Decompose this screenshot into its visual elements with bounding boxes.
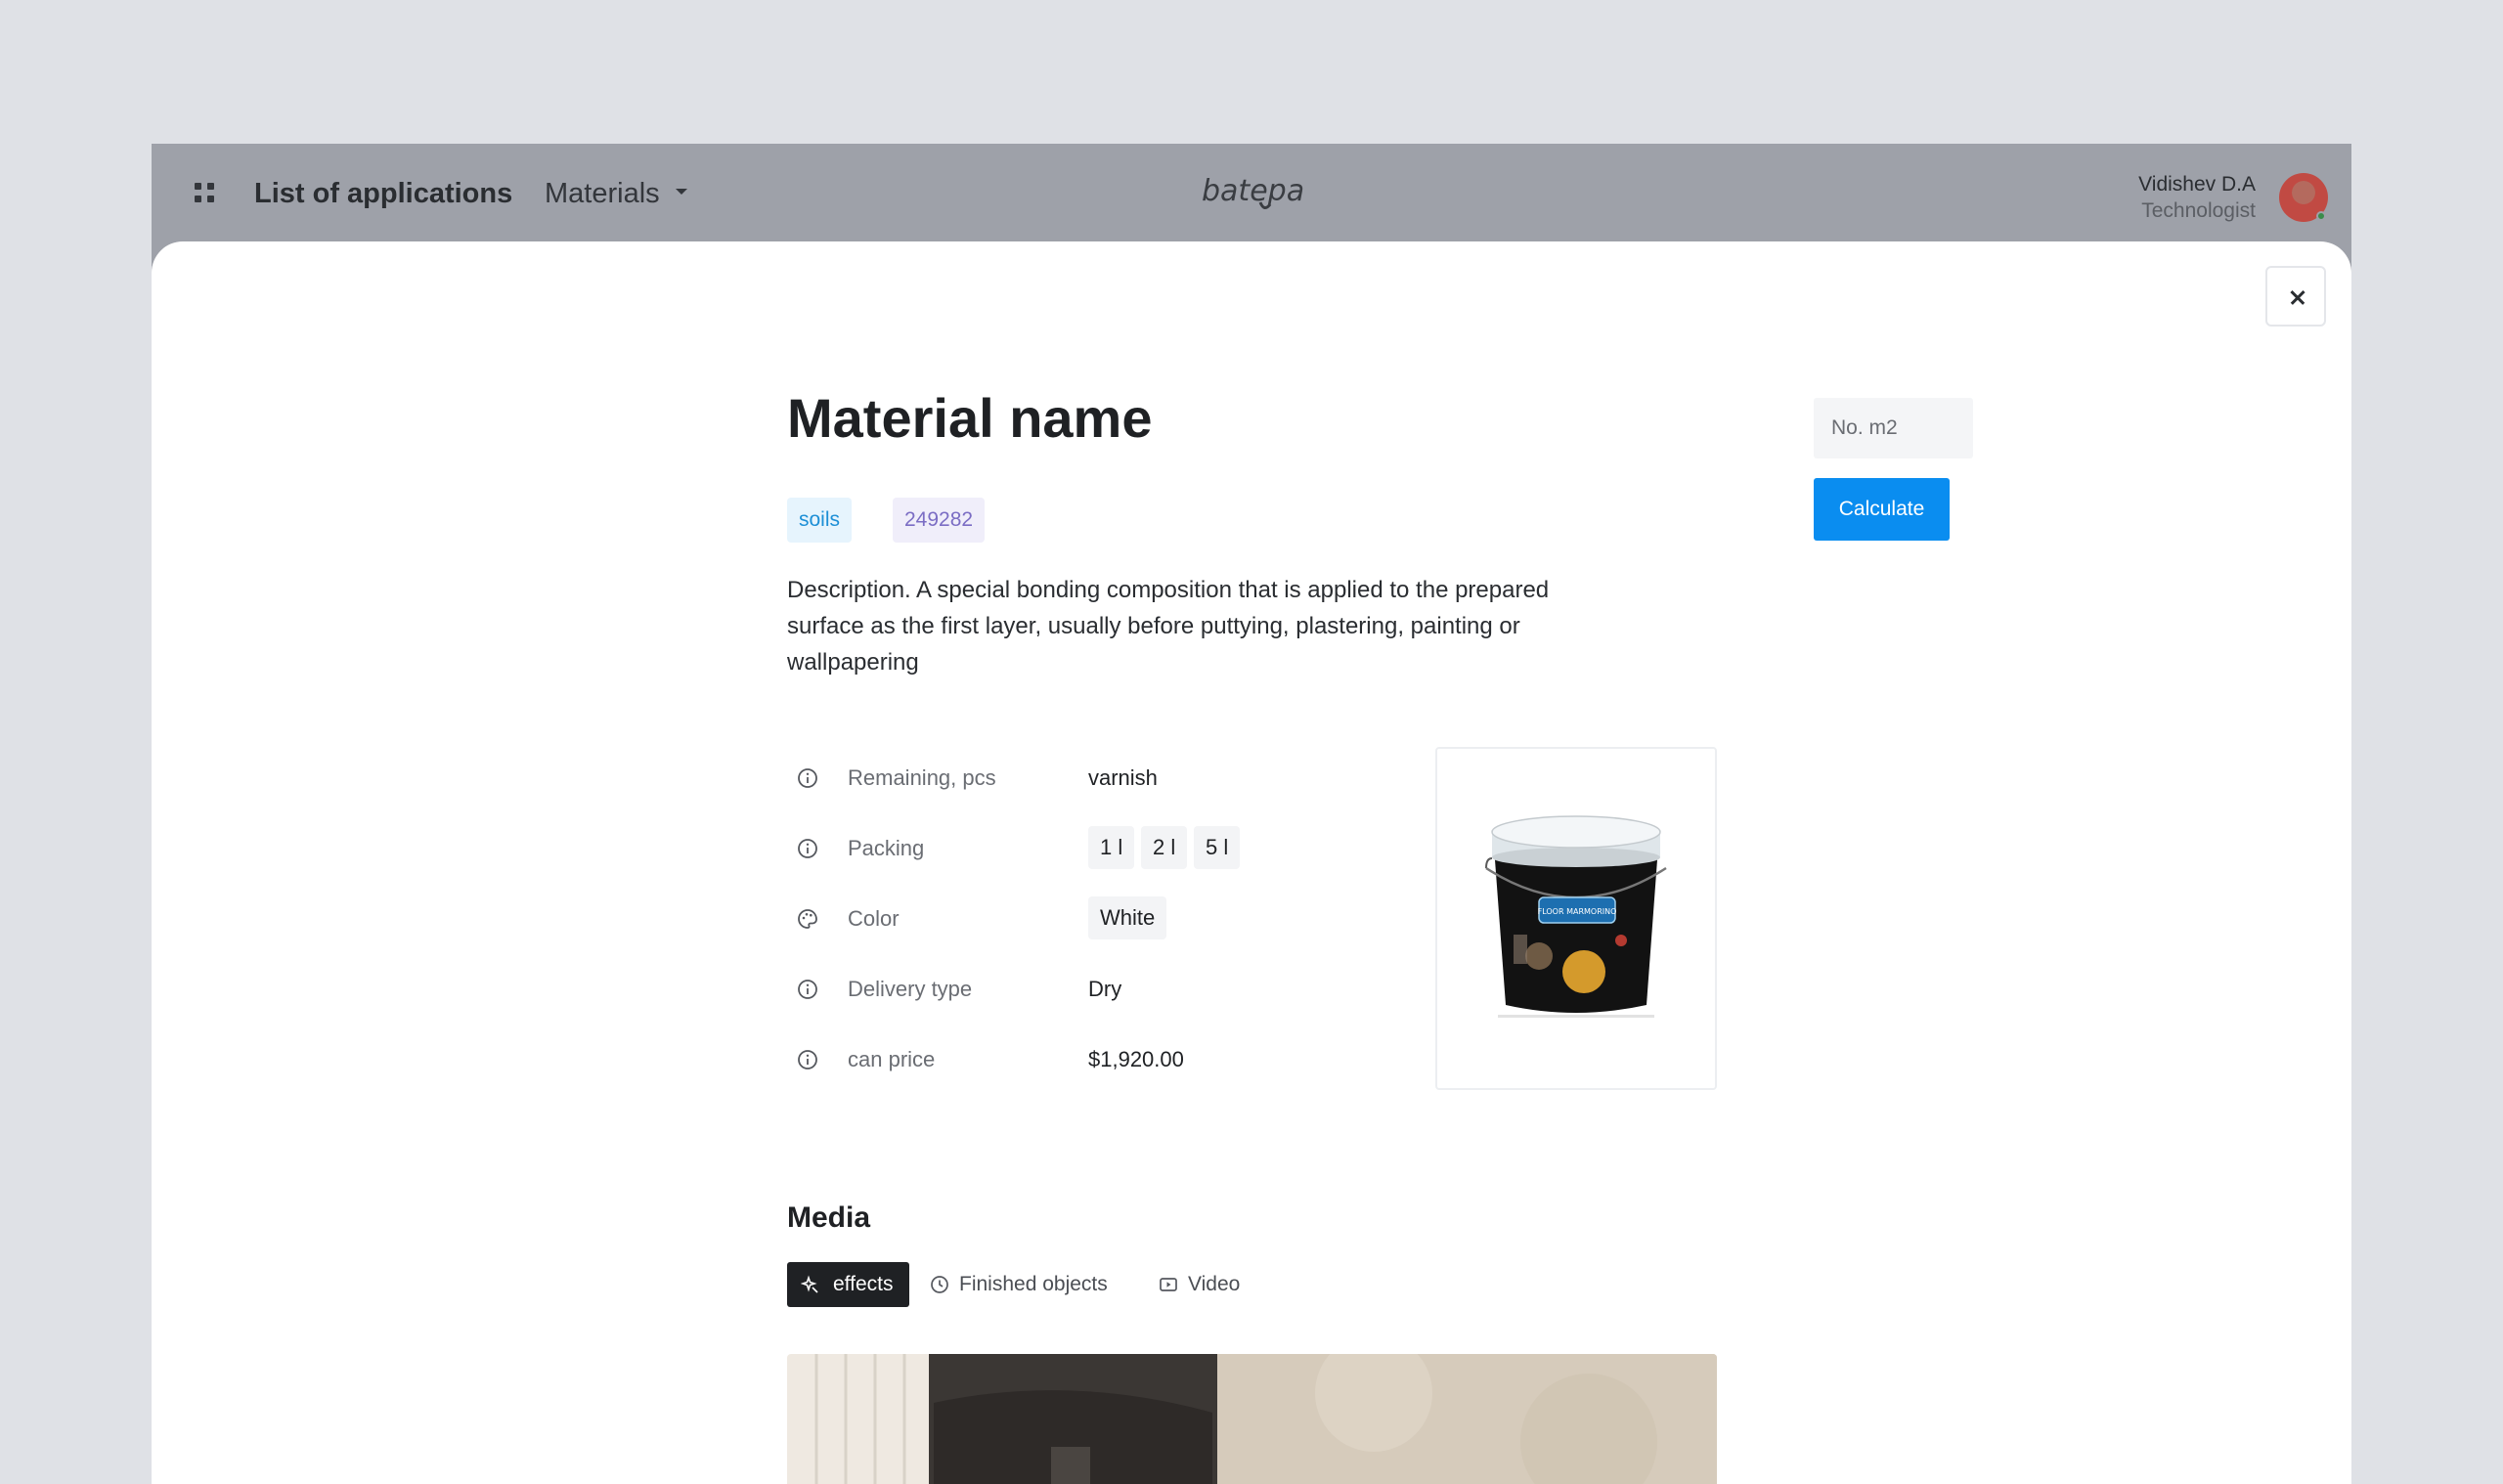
materials-dropdown-label: Materials — [545, 178, 660, 209]
media-heading: Media — [787, 1201, 871, 1234]
media-preview-photo — [814, 1354, 1717, 1484]
property-label: can price — [848, 1047, 936, 1071]
calculate-button[interactable]: Calculate — [1814, 478, 1950, 541]
material-title: Material name — [787, 387, 1153, 449]
tab-video-label: Video — [1188, 1273, 1241, 1295]
user-name: Vidishev D.A — [2138, 173, 2256, 196]
property-label: Packing — [848, 836, 925, 860]
brand-logo-text: batepa — [1202, 175, 1304, 208]
code-tag: 249282 — [893, 498, 986, 543]
tab-finished-objects[interactable]: Finished objects — [926, 1262, 1108, 1307]
clock-icon — [931, 1276, 948, 1293]
property-label: Delivery type — [848, 977, 973, 1001]
property-value: $1,920.00 — [1088, 1047, 1184, 1071]
property-packing: Packing 1 l 2 l 5 l — [787, 824, 1423, 873]
packing-option-2l[interactable]: 2 l — [1141, 826, 1188, 869]
apps-grid-icon[interactable] — [195, 183, 214, 202]
brand-logo[interactable]: batepa — [1200, 175, 1309, 216]
user-info[interactable]: Vidishev D.A Technologist — [2138, 171, 2256, 224]
property-remaining: Remaining, pcs varnish — [787, 754, 1423, 803]
property-value: Dry — [1088, 977, 1122, 1001]
packing-option-1l[interactable]: 1 l — [1088, 826, 1135, 869]
sparkle-icon — [801, 1275, 818, 1293]
user-role: Technologist — [2141, 199, 2256, 222]
product-label-text: FLOOR MARMORINO — [1538, 907, 1617, 916]
tab-effects[interactable]: effects — [787, 1262, 909, 1307]
app-window: List of applications Materials batepa Vi… — [152, 144, 2351, 1484]
video-icon — [1160, 1278, 1177, 1291]
material-modal: Material name soils 249282 Description. … — [152, 241, 2351, 1484]
property-delivery: Delivery type Dry — [787, 965, 1423, 1014]
media-preview-image[interactable] — [787, 1354, 1717, 1484]
tab-finished-objects-label: Finished objects — [959, 1273, 1108, 1295]
property-price: can price $1,920.00 — [787, 1035, 1423, 1084]
color-chip: White — [1088, 896, 1167, 939]
property-label: Color — [848, 906, 900, 931]
nav-list-of-applications[interactable]: List of applications — [254, 178, 512, 210]
top-navigation-bar: List of applications Materials batepa Vi… — [152, 144, 2351, 241]
property-color: Color White — [787, 895, 1423, 943]
close-button[interactable] — [2265, 266, 2326, 327]
category-tag: soils — [787, 498, 853, 543]
property-value: varnish — [1088, 765, 1158, 790]
paint-bucket-image: FLOOR MARMORINO — [1485, 815, 1667, 1018]
property-label: Remaining, pcs — [848, 765, 996, 790]
materials-dropdown[interactable]: Materials — [545, 178, 687, 210]
info-icon — [798, 768, 817, 788]
tab-video[interactable]: Video — [1155, 1262, 1240, 1307]
packing-option-5l[interactable]: 5 l — [1194, 826, 1241, 869]
info-icon — [798, 1050, 817, 1069]
caret-down-icon — [675, 189, 687, 196]
area-m2-input[interactable] — [1814, 398, 1973, 458]
tab-effects-label: effects — [833, 1273, 894, 1295]
online-status-dot — [2316, 211, 2326, 221]
palette-icon — [798, 909, 817, 929]
material-description: Description. A special bonding compositi… — [787, 577, 1550, 676]
product-image-card[interactable]: FLOOR MARMORINO — [1435, 747, 1717, 1090]
info-icon — [798, 980, 817, 999]
info-icon — [798, 839, 817, 858]
